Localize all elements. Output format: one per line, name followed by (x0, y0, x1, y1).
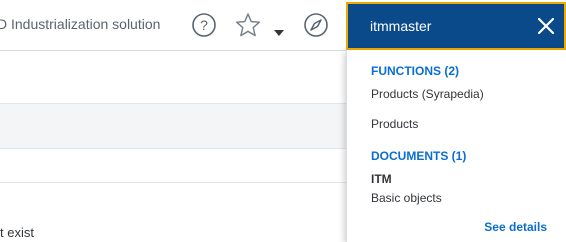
star-icon[interactable] (234, 11, 262, 39)
help-icon[interactable]: ? (190, 11, 218, 39)
svg-text:?: ? (200, 17, 208, 33)
search-results-dropdown: FUNCTIONS (2) Products (Syrapedia) Produ… (346, 50, 566, 242)
documents-header: DOCUMENTS (1) (371, 149, 467, 163)
page: D Industrialization solution ? itmmaster… (0, 0, 566, 242)
functions-header: FUNCTIONS (2) (371, 64, 459, 78)
compass-icon[interactable] (302, 11, 330, 39)
chevron-down-icon[interactable] (274, 30, 284, 36)
close-icon[interactable] (536, 16, 556, 36)
top-header: D Industrialization solution ? (0, 0, 566, 51)
result-item-products[interactable]: Products (371, 117, 418, 131)
search-box (346, 2, 566, 50)
result-item-products-syrapedia[interactable]: Products (Syrapedia) (371, 87, 484, 101)
document-item-subtitle: Basic objects (371, 191, 442, 205)
document-item-title[interactable]: ITM (371, 172, 392, 186)
see-details-link[interactable]: See details (484, 220, 547, 234)
background-text: t exist (0, 225, 34, 240)
search-input[interactable] (370, 16, 520, 36)
app-title: D Industrialization solution (0, 16, 161, 32)
